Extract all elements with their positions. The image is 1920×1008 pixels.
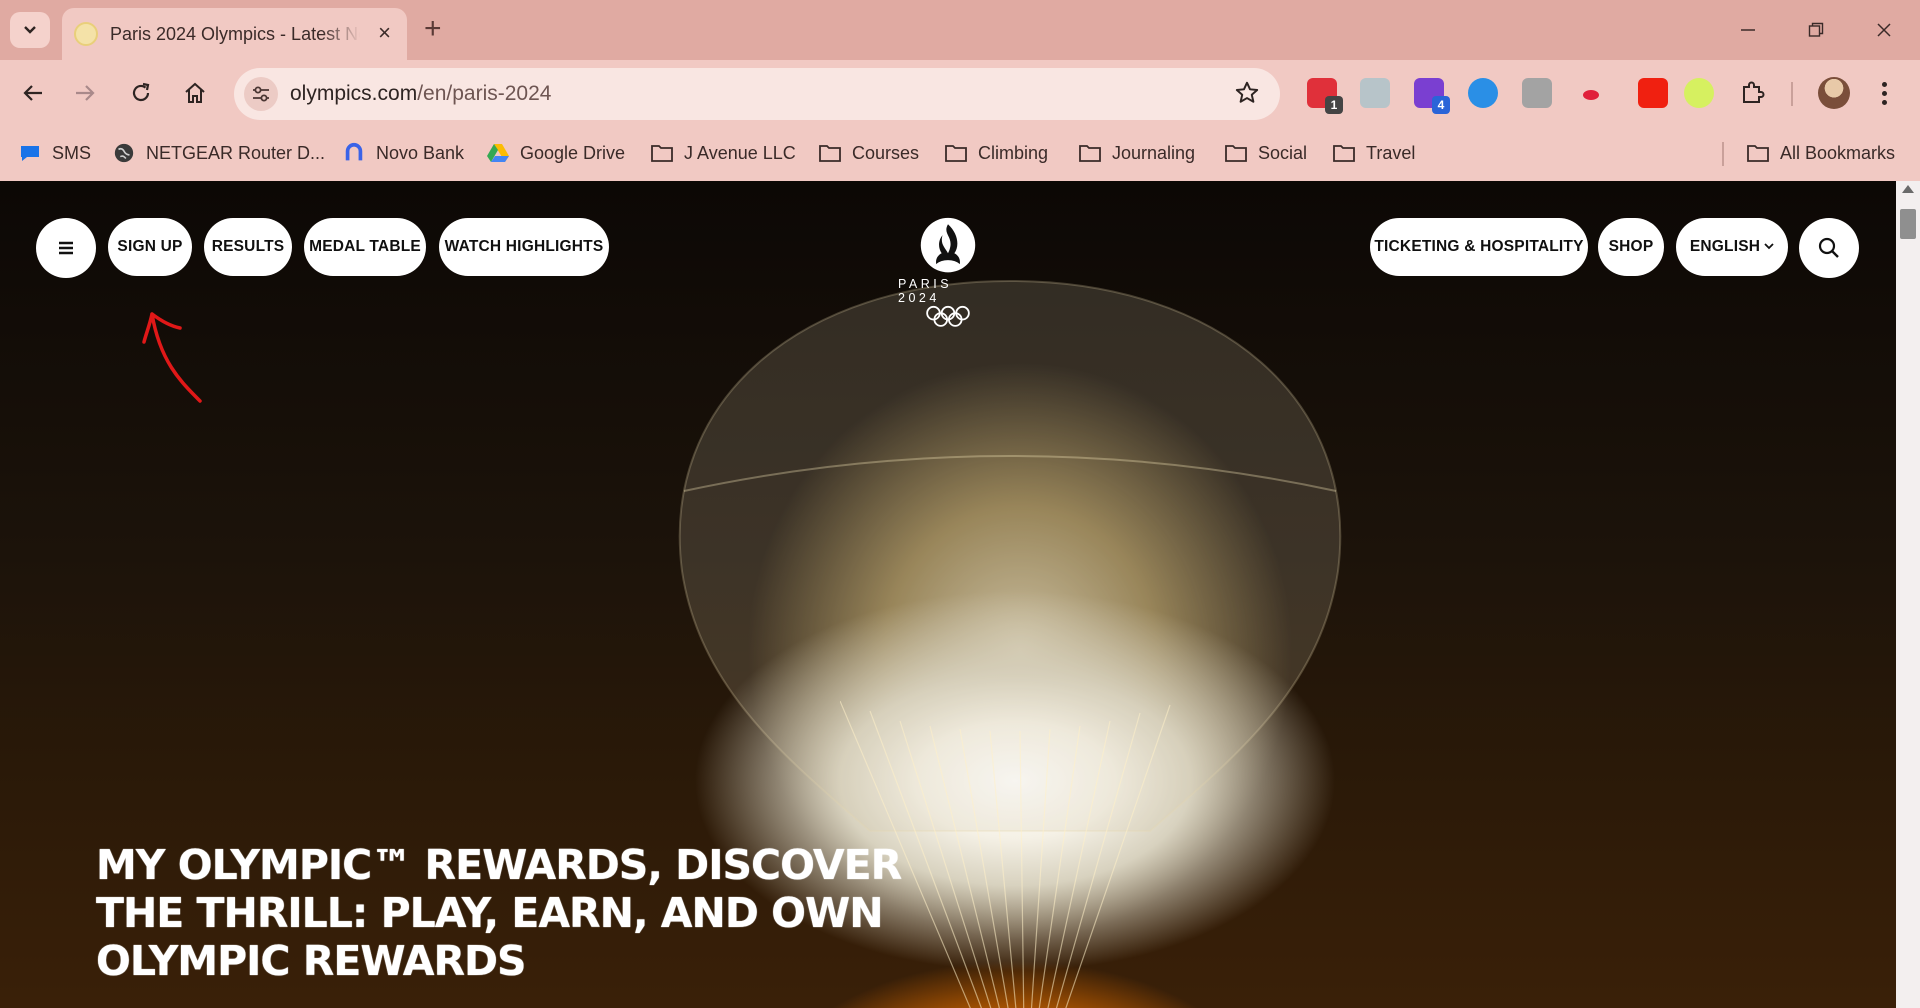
bookmark-folder[interactable]: Journaling	[1078, 138, 1195, 168]
bookmarks-bar: SMS NETGEAR Router D... Novo Bank Google…	[0, 128, 1920, 180]
bookmark-folder[interactable]: Climbing	[944, 138, 1048, 168]
menu-kebab-icon[interactable]	[1872, 78, 1896, 108]
ticketing-hospitality-button[interactable]: TICKETING & HOSPITALITY	[1370, 218, 1588, 276]
arrow-right-icon	[76, 85, 95, 101]
url-domain: olympics.com	[290, 82, 418, 105]
medal-table-button[interactable]: MEDAL TABLE	[304, 218, 426, 276]
hero-headline[interactable]: MY OLYMPIC™ REWARDS, DISCOVER THE THRILL…	[96, 841, 976, 985]
extension-badge: 1	[1325, 96, 1343, 114]
reload-button[interactable]	[122, 74, 160, 112]
drive-icon	[487, 144, 509, 162]
shop-button[interactable]: SHOP	[1598, 218, 1664, 276]
play-extension-icon[interactable]	[1468, 78, 1498, 108]
bookmark-label: Social	[1258, 142, 1308, 163]
tune-icon	[253, 86, 269, 102]
bookmark-folder[interactable]: Social	[1224, 138, 1307, 168]
bookmark-label: Courses	[852, 142, 920, 163]
extension-badge: 4	[1432, 96, 1450, 114]
url-path: /en/paris-2024	[417, 82, 552, 105]
folder-icon	[651, 145, 673, 162]
bookmark-star-icon[interactable]	[1234, 80, 1260, 111]
folder-icon	[1333, 145, 1355, 162]
camera-extension-icon[interactable]	[1522, 78, 1552, 108]
calendar-extension-icon[interactable]: 1	[1307, 78, 1343, 114]
results-button[interactable]: RESULTS	[204, 218, 292, 276]
restore-icon[interactable]	[1796, 10, 1836, 50]
bookmark-label: Google Drive	[520, 142, 626, 163]
bookmark-label: Travel	[1366, 142, 1416, 163]
folder-icon	[1225, 145, 1247, 162]
search-button[interactable]	[1799, 218, 1859, 278]
bookmark-folder[interactable]: Courses	[818, 138, 919, 168]
menu-icon	[59, 241, 73, 255]
scroll-thumb[interactable]	[1900, 209, 1916, 239]
annotation-arrow-icon	[142, 312, 202, 403]
browser-tab[interactable]: Paris 2024 Olympics - Latest News ×	[62, 8, 407, 60]
reload-icon	[132, 82, 150, 102]
logo-text: PARIS 2024	[898, 277, 953, 306]
folder-icon	[819, 145, 841, 162]
bookmark-folder[interactable]: Travel	[1332, 138, 1415, 168]
olympic-rings-icon	[926, 306, 970, 327]
bookmark-label: J Avenue LLC	[684, 142, 796, 163]
paris-2024-logo[interactable]: PARIS 2024	[898, 217, 998, 327]
tab-search-button[interactable]	[10, 12, 50, 48]
search-icon	[1818, 237, 1839, 258]
sign-up-button[interactable]: SIGN UP	[108, 218, 192, 276]
close-tab-icon[interactable]: ×	[378, 22, 391, 44]
all-bookmarks-label: All Bookmarks	[1780, 142, 1896, 163]
novo-icon	[345, 142, 363, 161]
address-bar[interactable]: olympics.com/en/paris-2024	[234, 68, 1280, 120]
globe-icon	[114, 143, 134, 163]
folder-icon	[1747, 145, 1769, 162]
arrow-left-icon	[23, 85, 42, 101]
bookmarks-divider	[1722, 142, 1724, 166]
minimize-icon[interactable]	[1728, 10, 1768, 50]
profile-avatar[interactable]	[1818, 77, 1850, 109]
bookmark-label: Journaling	[1112, 142, 1196, 163]
chevron-down-icon	[24, 26, 36, 34]
back-button[interactable]	[14, 74, 52, 112]
url-text[interactable]: olympics.com/en/paris-2024	[290, 82, 551, 106]
p-extension-icon[interactable]: 4	[1414, 78, 1450, 114]
folder-icon	[1079, 145, 1101, 162]
hat-extension-icon[interactable]	[1360, 78, 1390, 108]
watch-highlights-button[interactable]: WATCH HIGHLIGHTS	[439, 218, 609, 276]
bookmark-label: Novo Bank	[376, 142, 465, 163]
paris-flame-logo-icon	[920, 217, 976, 273]
olympics-favicon-icon	[74, 22, 98, 46]
bookmark-label: Climbing	[978, 142, 1049, 163]
tab-title: Paris 2024 Olympics - Latest News	[110, 23, 360, 44]
browser-toolbar: olympics.com/en/paris-2024 1 4	[0, 60, 1920, 126]
language-select[interactable]: ENGLISH	[1676, 218, 1788, 276]
home-icon	[185, 82, 205, 103]
forward-button[interactable]	[66, 74, 104, 112]
bookmark-item[interactable]: Novo Bank	[342, 138, 464, 168]
all-bookmarks-button[interactable]: All Bookmarks	[1746, 138, 1895, 168]
bookmark-item[interactable]: SMS	[18, 138, 91, 168]
page-scrollbar[interactable]	[1896, 181, 1920, 1008]
hamburger-menu-button[interactable]	[36, 218, 96, 278]
home-button[interactable]	[176, 74, 214, 112]
bookmark-label: NETGEAR Router D...	[146, 142, 326, 163]
new-tab-button[interactable]: +	[424, 12, 442, 46]
bookmark-item[interactable]: NETGEAR Router D...	[112, 138, 325, 168]
bookmark-item[interactable]: Google Drive	[486, 138, 625, 168]
bookmark-folder[interactable]: J Avenue LLC	[650, 138, 796, 168]
puzzle-extensions-icon[interactable]	[1738, 78, 1768, 108]
flame-extension-icon[interactable]	[1638, 78, 1668, 108]
language-label: ENGLISH	[1689, 238, 1761, 255]
site-info-button[interactable]	[244, 77, 278, 111]
scroll-up-icon[interactable]	[1902, 185, 1914, 193]
chevron-down-icon	[1764, 243, 1774, 250]
cv-extension-icon[interactable]	[1684, 78, 1714, 108]
close-window-icon[interactable]	[1864, 10, 1904, 50]
tab-strip: Paris 2024 Olympics - Latest News × +	[0, 0, 1920, 60]
folder-icon	[945, 145, 967, 162]
bookmark-label: SMS	[52, 142, 92, 163]
toolbar-divider	[1791, 82, 1793, 106]
lips-extension-icon[interactable]	[1576, 78, 1606, 108]
hero-section: SIGN UP RESULTS MEDAL TABLE WATCH HIGHLI…	[0, 181, 1896, 1008]
sms-icon	[21, 146, 39, 161]
